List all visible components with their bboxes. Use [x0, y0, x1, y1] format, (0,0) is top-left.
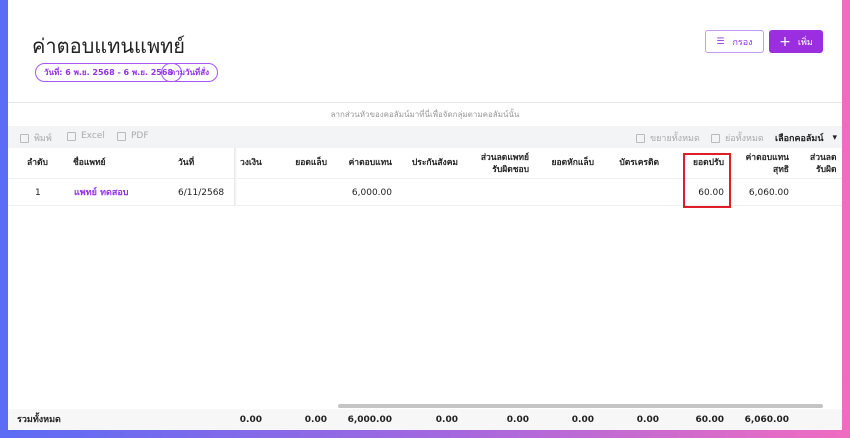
- excel-button[interactable]: Excel: [67, 131, 105, 141]
- filter-button[interactable]: ☰ กรอง: [705, 30, 764, 53]
- totals-row: รวมทั้งหมด 0.00 0.00 6,000.00 0.00 0.00 …: [8, 409, 842, 430]
- col-net[interactable]: ค่าตอบแทน สุทธิ: [746, 152, 789, 176]
- date-range-chip[interactable]: วันที่: 6 พ.ย. 2568 - 6 พ.ย. 2568: [35, 63, 182, 82]
- frozen-divider: [234, 148, 237, 206]
- expand-icon: [636, 133, 645, 143]
- col-date[interactable]: วันที่: [178, 157, 194, 169]
- plus-icon: +: [779, 33, 791, 50]
- col-limit[interactable]: วงเงิน: [240, 157, 262, 169]
- main-card: ค่าตอบแทนแพทย์ วันที่: 6 พ.ย. 2568 - 6 พ…: [8, 0, 842, 430]
- total-fee: 6,000.00: [347, 415, 392, 425]
- total-sso: 0.00: [435, 415, 458, 425]
- col-lab[interactable]: ยอดแล็บ: [295, 157, 327, 169]
- col-no[interactable]: ลำดับ: [27, 157, 48, 169]
- total-discount: 0.00: [506, 415, 529, 425]
- total-net: 6,060.00: [744, 415, 789, 425]
- total-limit: 0.00: [239, 415, 262, 425]
- grid-toolbar: พิมพ์ Excel PDF ขยายทั้งหมด ย่อทั้งหมด เ…: [8, 126, 842, 148]
- total-credit: 0.00: [636, 415, 659, 425]
- add-button[interactable]: + เพิ่ม: [769, 30, 823, 53]
- doctor-link[interactable]: แพทย์ ทดสอบ: [74, 187, 128, 199]
- horizontal-scrollbar[interactable]: [338, 404, 823, 408]
- col-more[interactable]: ส่วนลด รับผิด: [810, 152, 837, 176]
- caret-down-icon: ▾: [832, 133, 838, 143]
- collapse-icon: [711, 133, 720, 143]
- pdf-button[interactable]: PDF: [117, 131, 149, 141]
- filter-icon: ☰: [716, 36, 725, 47]
- cell-fee: 6,000.00: [351, 188, 392, 198]
- col-sso[interactable]: ประกันสังคม: [412, 157, 458, 169]
- expand-all-button[interactable]: ขยายทั้งหมด: [636, 131, 700, 145]
- total-lab-deduct: 0.00: [571, 415, 594, 425]
- highlight-box: [683, 153, 731, 208]
- date-type-chip[interactable]: ตามวันที่สั่ง: [161, 63, 218, 82]
- total-lab: 0.00: [304, 415, 327, 425]
- cell-no: 1: [35, 188, 41, 198]
- choose-columns-dropdown[interactable]: เลือกคอลัมน์ ▾: [775, 131, 837, 145]
- cell-date: 6/11/2568: [178, 188, 225, 198]
- cell-net: 6,060.00: [748, 188, 789, 198]
- collapse-all-button[interactable]: ย่อทั้งหมด: [711, 131, 764, 145]
- col-doctor[interactable]: ชื่อแพทย์: [73, 157, 106, 169]
- group-drop-area[interactable]: ลากส่วนหัวของคอลัมน์มาที่นี่เพื่อจัดกลุ่…: [8, 102, 842, 126]
- print-button[interactable]: พิมพ์: [20, 131, 52, 145]
- pdf-icon: [117, 131, 126, 141]
- printer-icon: [20, 133, 29, 143]
- page-title: ค่าตอบแทนแพทย์: [32, 34, 186, 58]
- col-credit[interactable]: บัตรเครดิต: [619, 157, 659, 169]
- totals-label: รวมทั้งหมด: [17, 415, 61, 425]
- total-adjust: 60.00: [695, 415, 724, 425]
- excel-icon: [67, 131, 76, 141]
- col-fee[interactable]: ค่าตอบแทน: [349, 157, 392, 169]
- col-lab-deduct[interactable]: ยอดหักแล็บ: [552, 157, 594, 169]
- col-discount[interactable]: ส่วนลดแพทย์ รับผิดชอบ: [481, 152, 529, 176]
